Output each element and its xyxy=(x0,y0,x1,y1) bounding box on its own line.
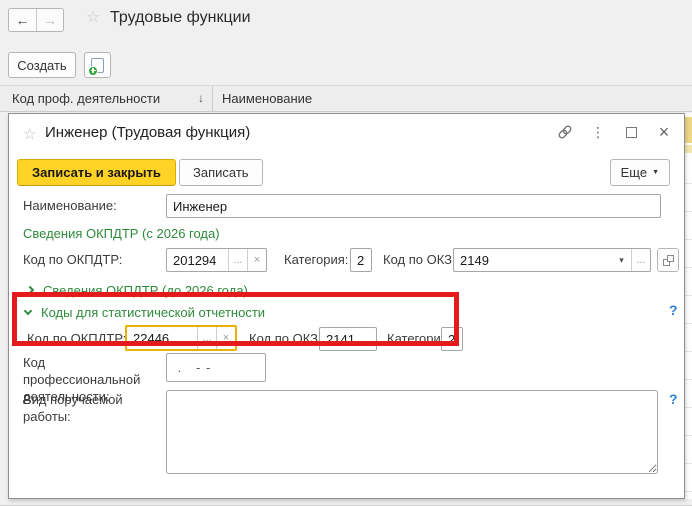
list-background-sliver xyxy=(685,113,692,499)
history-nav-group: ← → xyxy=(8,8,64,32)
stat-okz-code-value: 2141 xyxy=(320,328,376,350)
help-icon[interactable]: ? xyxy=(669,302,678,318)
name-label: Наименование: xyxy=(23,198,117,213)
more-actions-label: Еще xyxy=(621,165,647,180)
help-icon[interactable]: ? xyxy=(669,391,678,407)
stat-okpdtr-code-value: 22446 xyxy=(127,327,197,349)
save-and-close-button[interactable]: Записать и закрыть xyxy=(17,159,176,186)
forward-button[interactable]: → xyxy=(36,9,63,31)
app-window: ← → ☆ Трудовые функции Создать Код проф.… xyxy=(0,0,692,506)
section-okpdtr-2026-label: Сведения ОКПДТР (с 2026 года) xyxy=(23,226,220,241)
name-input[interactable]: Инженер xyxy=(166,194,661,218)
chevron-down-icon xyxy=(24,307,32,315)
section-okpdtr-pre2026-label: Сведения ОКПДТР (до 2026 года) xyxy=(43,283,248,298)
sort-descending-icon: ↓ xyxy=(198,91,204,105)
maximize-icon[interactable] xyxy=(623,124,639,140)
clear-x-icon[interactable]: × xyxy=(247,249,266,271)
chevron-right-icon xyxy=(26,286,34,294)
empty-list-rows xyxy=(685,156,692,499)
work-type-textarea[interactable] xyxy=(166,390,658,474)
stat-okz-code-input[interactable]: 2141 xyxy=(319,327,377,351)
open-item-icon xyxy=(663,255,674,266)
back-button[interactable]: ← xyxy=(9,9,36,31)
selected-row-highlight xyxy=(685,117,692,143)
create-group-button[interactable] xyxy=(84,52,111,78)
section-okpdtr-pre2026-toggle[interactable]: Сведения ОКПДТР (до 2026 года) xyxy=(27,283,248,298)
more-actions-button[interactable]: Еще ▼ xyxy=(610,159,670,186)
back-arrow-icon: ← xyxy=(16,12,30,28)
stat-okpdtr-code-input[interactable]: 22446 ... × xyxy=(125,325,237,351)
dialog-window-controls: ⋮ × xyxy=(557,124,672,140)
okz-code-input[interactable]: 2149 ▾ ... xyxy=(453,248,651,272)
maximize-square-icon xyxy=(626,127,637,138)
column-divider xyxy=(212,86,213,111)
okz-code-label: Код по ОКЗ: xyxy=(383,252,456,267)
category-value: 2 xyxy=(351,249,371,271)
stat-okz-code-label: Код по ОКЗ: xyxy=(249,331,322,346)
category-label: Категория: xyxy=(284,252,348,267)
okpdtr-code-value: 201294 xyxy=(167,249,228,271)
prof-activity-code-mask: . - - xyxy=(167,354,265,381)
choose-ellipsis-icon[interactable]: ... xyxy=(631,249,650,271)
prof-activity-code-input[interactable]: . - - xyxy=(166,353,266,382)
clear-x-icon[interactable]: × xyxy=(216,327,235,349)
trudovaya-funkciya-dialog: ☆ Инженер (Трудовая функция) ⋮ × Записат… xyxy=(8,113,685,499)
column-header-name[interactable]: Наименование xyxy=(222,91,312,106)
okpdtr-code-label: Код по ОКПДТР: xyxy=(23,252,122,267)
close-icon[interactable]: × xyxy=(656,124,672,140)
caret-down-icon: ▼ xyxy=(652,169,659,176)
category-input[interactable]: 2 xyxy=(350,248,372,272)
open-item-button[interactable] xyxy=(657,248,679,272)
save-button[interactable]: Записать xyxy=(179,159,263,186)
name-value: Инженер xyxy=(167,195,660,217)
more-menu-icon[interactable]: ⋮ xyxy=(590,124,606,140)
choose-ellipsis-icon[interactable]: ... xyxy=(197,327,216,349)
page-title: Трудовые функции xyxy=(110,9,251,27)
selected-row-highlight-2 xyxy=(685,145,692,153)
okpdtr-code-input[interactable]: 201294 ... × xyxy=(166,248,267,272)
stat-category-value: 2 xyxy=(442,328,462,350)
stat-category-input[interactable]: 2 xyxy=(441,327,463,351)
dialog-title: Инженер (Трудовая функция) xyxy=(45,124,250,141)
create-button[interactable]: Создать xyxy=(8,52,76,78)
column-header-prof-code[interactable]: Код проф. деятельности xyxy=(12,91,160,106)
document-plus-icon xyxy=(91,58,104,73)
get-link-icon[interactable] xyxy=(557,124,573,140)
work-type-label: Вид поручаемой работы: xyxy=(23,391,165,425)
choose-ellipsis-icon[interactable]: ... xyxy=(228,249,247,271)
forward-arrow-icon: → xyxy=(43,12,57,28)
chain-link-icon xyxy=(557,124,573,140)
stat-okpdtr-code-label: Код по ОКПДТР: xyxy=(27,331,126,346)
okz-code-value: 2149 xyxy=(454,249,612,271)
section-stat-codes-toggle[interactable]: Коды для статистической отчетности xyxy=(25,305,265,320)
favorite-star-icon[interactable]: ☆ xyxy=(86,10,100,26)
section-stat-codes-label: Коды для статистической отчетности xyxy=(41,305,265,320)
dialog-favorite-star-icon[interactable]: ☆ xyxy=(23,125,36,143)
dropdown-arrow-icon[interactable]: ▾ xyxy=(612,249,631,271)
